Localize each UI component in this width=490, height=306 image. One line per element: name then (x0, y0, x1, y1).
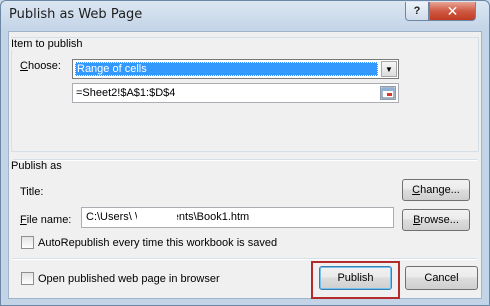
choose-dropdown[interactable]: Range of cells ▼ (72, 59, 399, 79)
close-button[interactable]: ✕ (429, 2, 476, 21)
choose-label: Choose: (20, 60, 61, 72)
choose-label-rest: hoose: (27, 60, 61, 72)
open-in-browser-checkbox[interactable] (21, 272, 34, 285)
title-bar[interactable]: Publish as Web Page ? ✕ (1, 1, 489, 31)
cancel-button[interactable]: Cancel (405, 266, 478, 290)
file-name-label: File name: (20, 214, 72, 226)
dialog-title: Publish as Web Page (9, 7, 143, 22)
item-to-publish-heading: Item to publish (11, 38, 85, 50)
browse-button[interactable]: Browse... (402, 209, 470, 231)
choose-selected-value: Range of cells (75, 62, 378, 76)
publish-as-heading: Publish as (11, 160, 62, 172)
publish-as-divider (13, 159, 477, 161)
open-in-browser-label[interactable]: Open published web page in browser (38, 273, 220, 285)
collapse-dialog-icon[interactable] (380, 86, 396, 100)
publish-button[interactable]: Publish (319, 266, 392, 290)
help-button[interactable]: ? (405, 2, 429, 21)
dropdown-arrow-icon[interactable]: ▼ (381, 61, 397, 77)
dialog-window: Publish as Web Page ? ✕ Item to publish … (0, 0, 490, 306)
file-name-input[interactable]: C:\Users\ \Documents\Book1.htm (81, 207, 394, 228)
autorepublish-label[interactable]: AutoRepublish every time this workbook i… (38, 237, 277, 249)
redacted-username (137, 209, 177, 226)
autorepublish-checkbox[interactable] (21, 236, 34, 249)
title-label: Title: (20, 186, 44, 198)
range-reference-field[interactable]: =Sheet2!$A$1:$D$4 (72, 83, 399, 103)
range-selector-icon (381, 87, 395, 99)
change-button[interactable]: Change... (402, 179, 470, 201)
footer-divider (13, 258, 477, 260)
dialog-body: Item to publish Choose: Range of cells ▼… (8, 31, 482, 299)
range-reference-value: =Sheet2!$A$1:$D$4 (76, 87, 176, 99)
